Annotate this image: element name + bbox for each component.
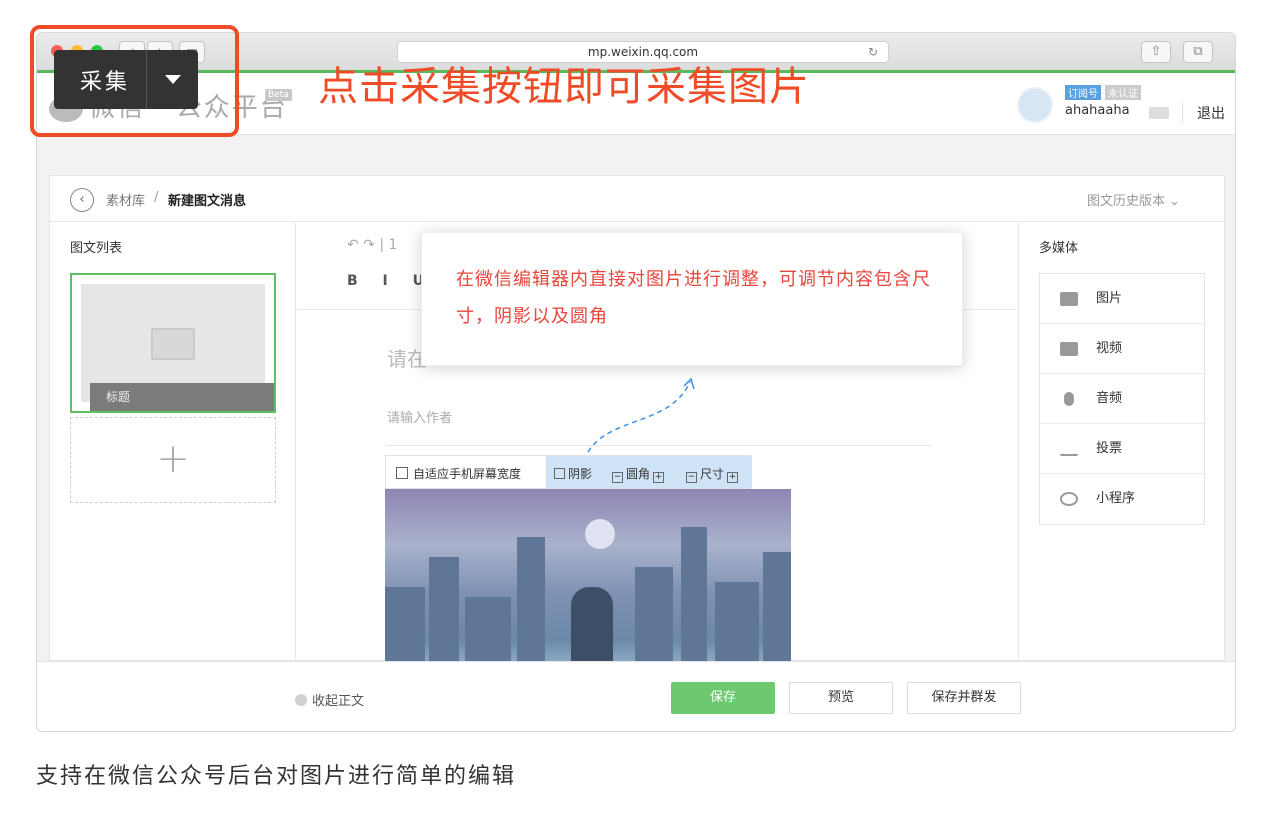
collapse-body-button[interactable]: 收起正文 xyxy=(295,690,364,709)
undo-redo-toolbar[interactable]: ↶ ↷ | 1 xyxy=(347,237,397,253)
save-button[interactable]: 保存 xyxy=(671,682,775,714)
article-card[interactable]: 标题 xyxy=(70,273,276,413)
radius-label: 圆角 xyxy=(626,467,651,481)
save-and-send-button[interactable]: 保存并群发 xyxy=(907,682,1021,714)
adapt-width-label: 自适应手机屏幕宽度 xyxy=(413,467,522,481)
image-icon xyxy=(1060,292,1078,306)
article-list-title: 图文列表 xyxy=(70,241,123,256)
image-placeholder-icon xyxy=(151,328,195,360)
unverified-badge: 未认证 xyxy=(1105,85,1141,100)
media-item-video[interactable]: 视频 xyxy=(1040,324,1204,374)
tooltip-text: 在微信编辑器内直接对图片进行调整，可调节内容包含尺寸，阴影以及圆角 xyxy=(456,269,931,327)
media-label: 小程序 xyxy=(1096,491,1136,506)
dashed-arrow-icon xyxy=(587,377,695,453)
header-divider xyxy=(1182,103,1183,123)
reload-icon[interactable]: ↻ xyxy=(868,42,878,62)
media-list: 图片 视频 音频 投票 小程序 xyxy=(1039,273,1205,525)
size-stepper[interactable]: − 尺寸 + xyxy=(686,465,741,483)
subscription-badge: 订阅号 xyxy=(1065,85,1101,100)
feature-tooltip: 在微信编辑器内直接对图片进行调整，可调节内容包含尺寸，阴影以及圆角 xyxy=(421,232,963,366)
media-column: 多媒体 图片 视频 音频 投票 小程序 xyxy=(1018,223,1226,662)
tabs-overview-icon[interactable]: ⧉ xyxy=(1183,41,1213,63)
plus-icon[interactable]: + xyxy=(727,472,739,483)
collect-label: 采集 xyxy=(80,70,131,95)
video-icon xyxy=(1060,342,1078,356)
bar-chart-icon xyxy=(1060,442,1078,456)
radius-stepper[interactable]: − 圆角 + xyxy=(612,465,667,483)
image-building-shape xyxy=(681,527,707,677)
image-building-shape xyxy=(429,557,459,677)
beta-badge: Beta xyxy=(265,89,292,101)
plus-icon[interactable]: + xyxy=(653,472,665,483)
media-title: 多媒体 xyxy=(1039,241,1079,256)
caption: 支持在微信公众号后台对图片进行简单的编辑 xyxy=(36,764,517,789)
image-building-shape xyxy=(763,552,791,677)
image-adjust-group: 阴影 − 圆角 + − 尺寸 + xyxy=(546,456,752,488)
card-cover: 标题 xyxy=(81,284,274,411)
media-label: 图片 xyxy=(1096,291,1123,306)
collapse-icon xyxy=(295,694,307,706)
article-image[interactable] xyxy=(385,489,791,679)
breadcrumb: ‹ 素材库 / 新建图文消息 图文历史版本 ⌄ xyxy=(50,176,1224,222)
chevron-down-icon[interactable] xyxy=(165,75,181,84)
minus-icon[interactable]: − xyxy=(686,472,697,483)
collect-button[interactable]: 采集 xyxy=(54,50,198,109)
image-sun-shape xyxy=(585,519,615,549)
checkbox-icon xyxy=(554,468,565,479)
back-circle-icon[interactable]: ‹ xyxy=(70,188,94,212)
collect-divider xyxy=(146,50,147,109)
media-label: 音频 xyxy=(1096,391,1123,406)
breadcrumb-library[interactable]: 素材库 xyxy=(106,190,145,209)
logout-link[interactable]: 退出 xyxy=(1197,103,1225,123)
card-title: 标题 xyxy=(90,383,274,411)
article-list-column: 图文列表 标题 + xyxy=(50,223,296,662)
username[interactable]: ahahaaha xyxy=(1065,103,1130,118)
resize-icon xyxy=(396,467,408,479)
image-building-shape xyxy=(517,537,545,677)
add-article-button[interactable]: + xyxy=(70,417,276,503)
avatar[interactable] xyxy=(1017,87,1053,123)
minus-icon[interactable]: − xyxy=(612,472,623,483)
miniprogram-icon xyxy=(1060,492,1078,506)
mail-icon[interactable] xyxy=(1149,107,1169,119)
media-item-vote[interactable]: 投票 xyxy=(1040,424,1204,474)
preview-button[interactable]: 预览 xyxy=(789,682,893,714)
microphone-icon xyxy=(1064,392,1074,406)
shadow-label: 阴影 xyxy=(568,467,593,481)
media-label: 投票 xyxy=(1096,441,1123,456)
size-label: 尺寸 xyxy=(700,467,725,481)
breadcrumb-current: 新建图文消息 xyxy=(168,194,247,209)
media-item-image[interactable]: 图片 xyxy=(1040,274,1204,324)
collapse-label: 收起正文 xyxy=(312,694,365,709)
headline-annotation: 点击采集按钮即可采集图片 xyxy=(318,64,810,110)
image-toolbar: 自适应手机屏幕宽度 阴影 − 圆角 + − 尺寸 + xyxy=(385,455,752,489)
media-item-audio[interactable]: 音频 xyxy=(1040,374,1204,424)
media-label: 视频 xyxy=(1096,341,1123,356)
share-icon[interactable]: ⇧ xyxy=(1141,41,1171,63)
author-input[interactable]: 请输入作者 xyxy=(387,407,452,426)
media-item-miniprogram[interactable]: 小程序 xyxy=(1040,474,1204,524)
editor-footer: 收起正文 保存 预览 保存并群发 xyxy=(37,661,1235,731)
breadcrumb-separator: / xyxy=(154,190,159,205)
adapt-width-option[interactable]: 自适应手机屏幕宽度 xyxy=(396,465,521,482)
history-versions-dropdown[interactable]: 图文历史版本 ⌄ xyxy=(1087,190,1180,209)
shadow-checkbox[interactable]: 阴影 xyxy=(554,465,592,482)
